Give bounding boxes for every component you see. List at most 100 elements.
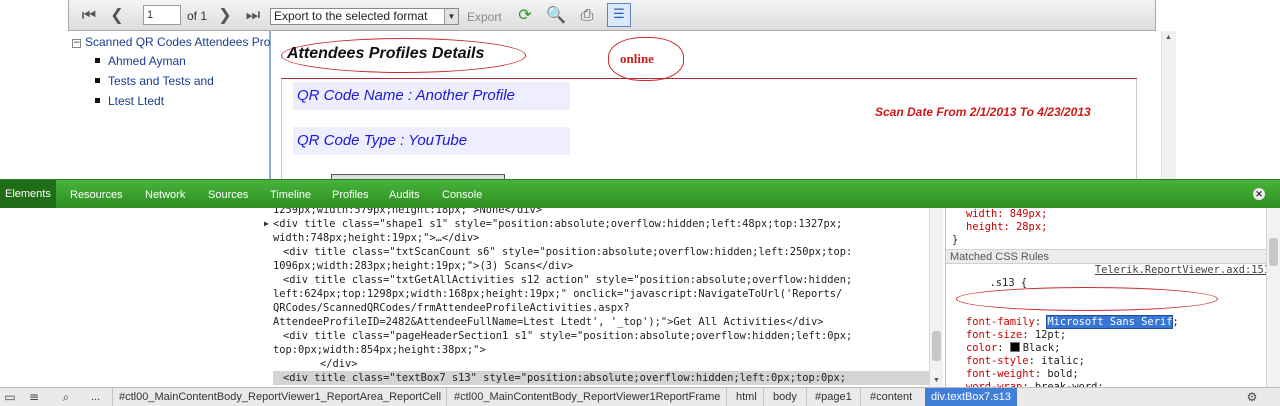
- document-map-item-label: Ahmed Ayman: [108, 54, 186, 68]
- css-declaration-text: height: 28px;: [966, 221, 1048, 233]
- export-button[interactable]: Export: [467, 10, 502, 24]
- print-preview-icon[interactable]: 🔍: [546, 5, 566, 25]
- report-toolbar: ⏮ ❮ of 1 ❯ ⏭ Export to the selected form…: [68, 0, 1156, 31]
- export-format-select[interactable]: Export to the selected format ▼: [270, 8, 459, 25]
- tab-elements[interactable]: Elements: [0, 180, 56, 209]
- bullet-icon: [95, 78, 100, 83]
- matched-css-rules-header[interactable]: Matched CSS Rules: [946, 249, 1280, 264]
- css-declaration[interactable]: font-style: italic;: [946, 355, 1280, 368]
- scrollbar-thumb[interactable]: [932, 331, 941, 361]
- tab-timeline[interactable]: Timeline: [270, 189, 311, 201]
- dom-node-line[interactable]: AttendeeProfileID=2482&AttendeeFullName=…: [273, 315, 933, 329]
- tab-audits[interactable]: Audits: [389, 189, 420, 201]
- scroll-up-icon[interactable]: ▲: [1165, 34, 1172, 41]
- dom-tree[interactable]: 1259px;width:579px;height:18px;">None</d…: [264, 208, 933, 385]
- next-page-icon[interactable]: ❯: [215, 5, 235, 25]
- tab-network[interactable]: Network: [145, 189, 185, 201]
- css-declaration[interactable]: width: 849px;: [946, 208, 1280, 221]
- devtools-tab-bar: Elements Resources Network Sources Timel…: [0, 179, 1280, 209]
- dock-icon[interactable]: ▭: [2, 389, 18, 405]
- document-map-item[interactable]: Ltest Ltedt: [95, 94, 164, 108]
- dom-node-line[interactable]: top:0px;width:854px;height:38px;">: [273, 343, 933, 357]
- dom-node-line[interactable]: QRCodes/ScannedQRCodes/frmAttendeeProfil…: [273, 301, 933, 315]
- document-map-item[interactable]: Tests and Tests and: [95, 74, 214, 88]
- css-declaration[interactable]: font-weight: bold;: [946, 368, 1280, 381]
- first-page-icon[interactable]: ⏮: [79, 5, 99, 25]
- bullet-icon: [95, 98, 100, 103]
- qr-code-type: QR Code Type : YouTube: [293, 127, 570, 155]
- page-count-label: of 1: [187, 9, 208, 23]
- breadcrumb-item[interactable]: #page1: [815, 391, 852, 403]
- dom-node-line-selected[interactable]: <div title class="textBox7 s13" style="p…: [273, 371, 933, 385]
- scroll-down-icon[interactable]: ▼: [933, 377, 940, 384]
- tab-resources[interactable]: Resources: [70, 189, 123, 201]
- search-icon[interactable]: ⌕: [58, 389, 74, 405]
- document-map-root-label: Scanned QR Codes Attendees Profiles: [85, 35, 270, 49]
- breadcrumb-item[interactable]: #ctl00_MainContentBody_ReportViewer1_Rep…: [119, 391, 441, 403]
- css-source-link[interactable]: Telerik.ReportViewer.axd:151: [1095, 264, 1270, 277]
- color-swatch-icon[interactable]: [1009, 342, 1020, 352]
- dom-node-line[interactable]: ▶ <div title class="shape1 s1" style="pos…: [264, 217, 933, 231]
- divider: [726, 388, 727, 406]
- console-drawer-icon[interactable]: ≡: [26, 389, 42, 405]
- breadcrumb-item[interactable]: body: [773, 391, 797, 403]
- css-property: font-style: [966, 355, 1029, 367]
- css-value[interactable]: italic: [1041, 355, 1079, 367]
- document-map-item-label: Tests and Tests and: [108, 74, 214, 88]
- devtools-status-bar: ▭ ≡ ⌕ ... #ctl00_MainContentBody_ReportV…: [0, 387, 1280, 406]
- print-icon[interactable]: ⎙: [577, 5, 597, 25]
- tab-sources[interactable]: Sources: [208, 189, 248, 201]
- breadcrumb-item[interactable]: ...: [91, 391, 100, 403]
- page-number-input[interactable]: [143, 5, 181, 25]
- css-value[interactable]: bold: [1047, 368, 1072, 380]
- css-value[interactable]: 12pt: [1035, 329, 1060, 341]
- dom-node-line[interactable]: left:624px;top:1298px;width:168px;height…: [273, 287, 933, 301]
- document-map-root[interactable]: −Scanned QR Codes Attendees Profiles: [72, 35, 270, 49]
- css-property: font-family: [966, 316, 1035, 328]
- breadcrumb-item[interactable]: #content: [870, 391, 912, 403]
- report-scrollbar[interactable]: ▲: [1161, 31, 1176, 179]
- dom-node-line[interactable]: 1259px;width:579px;height:18px;">None</d…: [273, 208, 933, 217]
- dom-node-line[interactable]: <div title class="txtScanCount s6" style…: [273, 245, 933, 259]
- gear-icon[interactable]: ⚙: [1244, 389, 1260, 405]
- dom-tree-scrollbar[interactable]: ▼: [929, 208, 943, 387]
- css-declaration[interactable]: font-size: 12pt;: [946, 329, 1280, 342]
- collapse-icon[interactable]: −: [72, 39, 81, 48]
- tab-console[interactable]: Console: [442, 189, 482, 201]
- divider: [860, 388, 861, 406]
- expand-arrow-icon[interactable]: ▶: [264, 217, 269, 231]
- divider: [281, 78, 1137, 79]
- scrollbar-thumb[interactable]: [1269, 238, 1278, 266]
- document-map-item[interactable]: Ahmed Ayman: [95, 54, 186, 68]
- breadcrumb-item[interactable]: html: [736, 391, 757, 403]
- dom-node-line[interactable]: 1096px;width:283px;height:19px;">(3) Sca…: [273, 259, 933, 273]
- dom-node-line[interactable]: <div title class="txtGetAllActivities s1…: [273, 273, 933, 287]
- dom-node-line[interactable]: </div>: [273, 357, 933, 371]
- styles-scrollbar[interactable]: [1266, 208, 1280, 387]
- css-declaration-font-family[interactable]: font-family: Microsoft Sans Serif;: [946, 315, 1280, 329]
- refresh-icon[interactable]: ⟳: [515, 5, 535, 25]
- tab-profiles[interactable]: Profiles: [332, 189, 369, 201]
- document-map-icon[interactable]: ☰: [607, 3, 631, 27]
- qr-code-name: QR Code Name : Another Profile: [293, 82, 570, 110]
- report-area: Attendees Profiles Details online QR Cod…: [271, 31, 1161, 179]
- document-map-item-label: Ltest Ltedt: [108, 94, 165, 108]
- bullet-icon: [95, 58, 100, 63]
- css-declaration[interactable]: height: 28px;: [946, 221, 1280, 234]
- css-value[interactable]: Black: [1023, 342, 1054, 354]
- prev-page-icon[interactable]: ❮: [107, 5, 127, 25]
- breadcrumb-item-selected[interactable]: div.textBox7.s13: [925, 388, 1017, 406]
- breadcrumb-item[interactable]: #ctl00_MainContentBody_ReportViewer1Repo…: [454, 391, 720, 403]
- close-icon[interactable]: ✕: [1253, 188, 1265, 200]
- divider: [806, 388, 807, 406]
- css-property: color: [966, 342, 998, 354]
- dom-node-line[interactable]: <div title class="pageHeaderSection1 s1"…: [273, 329, 933, 343]
- last-page-icon[interactable]: ⏭: [243, 5, 263, 25]
- divider: [763, 388, 764, 406]
- page-margin: [1176, 0, 1280, 179]
- css-declaration[interactable]: color: Black;: [946, 342, 1280, 355]
- divider: [112, 388, 113, 406]
- document-map: −Scanned QR Codes Attendees Profiles Ahm…: [68, 31, 271, 179]
- dom-node-line[interactable]: width:748px;height:19px;">…</div>: [273, 231, 933, 245]
- css-value-selected[interactable]: Microsoft Sans Serif: [1046, 315, 1174, 329]
